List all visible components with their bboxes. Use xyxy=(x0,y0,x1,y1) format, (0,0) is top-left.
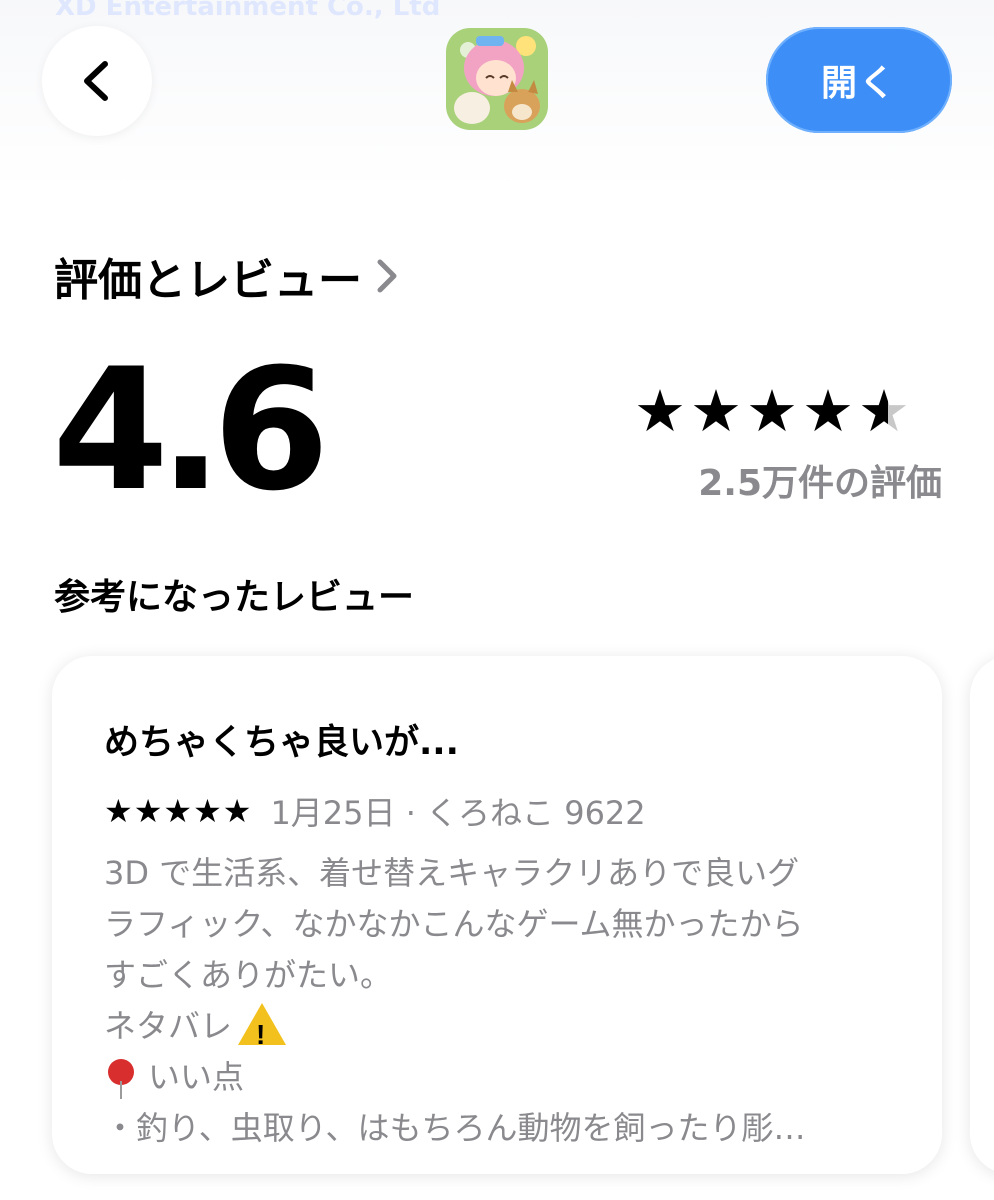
next-review-card[interactable] xyxy=(970,656,994,1174)
review-line-pin: いい点 xyxy=(104,1052,904,1103)
warning-icon xyxy=(238,1003,287,1052)
star-icon: ★ xyxy=(634,377,686,445)
review-meta: ★★★★★ 1月25日 · くろねこ 9622 xyxy=(104,788,646,834)
ratings-reviews-link[interactable]: 評価とレビュー xyxy=(54,244,400,308)
rating-count: 2.5万件の評価 xyxy=(698,463,942,504)
pin-icon xyxy=(104,1059,138,1099)
chevron-left-icon xyxy=(84,61,108,101)
developer-name-faded: XD Entertainment Co., Ltd xyxy=(55,0,441,22)
average-rating: 4.6 xyxy=(52,332,330,528)
review-line-text: ネタバレ xyxy=(104,1007,233,1045)
review-line: ・釣り、虫取り、はもちろん動物を飼ったり彫… xyxy=(104,1109,806,1147)
top-navigation-bar: XD Entertainment Co., Ltd 開く xyxy=(0,0,994,190)
review-line-spoiler: ネタバレ xyxy=(104,1001,904,1052)
chevron-right-icon xyxy=(377,259,397,293)
star-icon: ★ xyxy=(802,377,854,445)
review-body: 3D で生活系、着せ替えキャラクリありで良いグ ラフィック、なかなかこんなゲーム… xyxy=(104,848,904,1154)
review-line: ラフィック、なかなかこんなゲーム無かったから xyxy=(104,905,804,943)
star-icon: ★ xyxy=(746,377,798,445)
star-icon: ★ xyxy=(690,377,742,445)
helpful-reviews-heading: 参考になったレビュー xyxy=(54,577,415,618)
app-icon xyxy=(446,28,548,130)
review-title: めちゃくちゃ良いが... xyxy=(104,723,459,763)
review-line: 3D で生活系、着せ替えキャラクリありで良いグ xyxy=(104,854,800,892)
review-line-text: いい点 xyxy=(148,1058,245,1096)
open-button[interactable]: 開く xyxy=(766,27,952,133)
back-button[interactable] xyxy=(42,26,152,136)
ratings-reviews-heading: 評価とレビュー xyxy=(54,255,362,306)
review-stars: ★★★★★ xyxy=(104,792,253,830)
partial-star-icon: ★ xyxy=(858,377,910,445)
rating-stars: ★ ★ ★ ★ ★ xyxy=(634,382,910,440)
review-date-author: 1月25日 · くろねこ 9622 xyxy=(270,794,646,832)
review-card[interactable]: めちゃくちゃ良いが... ★★★★★ 1月25日 · くろねこ 9622 3D … xyxy=(52,656,942,1174)
review-line: すごくありがたい。 xyxy=(104,956,393,994)
